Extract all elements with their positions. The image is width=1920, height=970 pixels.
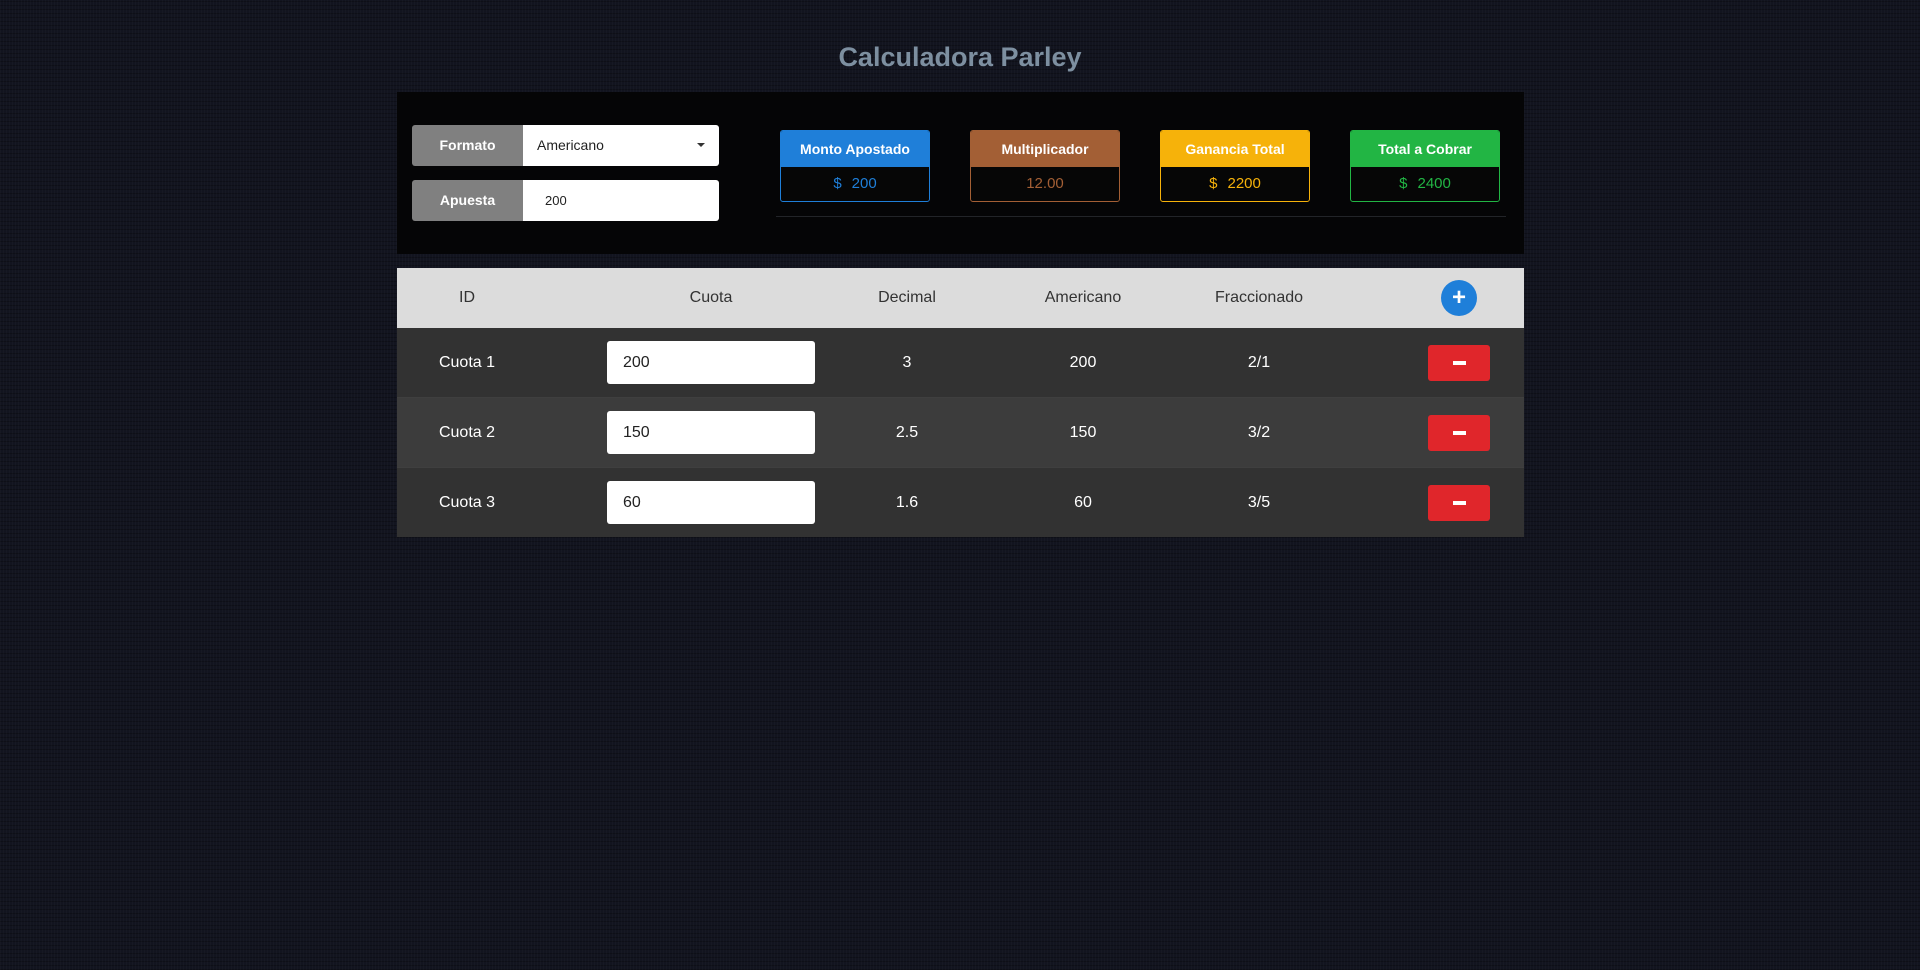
remove-row-button[interactable] (1428, 414, 1490, 451)
format-select[interactable]: Americano (523, 125, 719, 166)
row-decimal: 2.5 (895, 423, 919, 441)
row-americano: 60 (1074, 493, 1092, 511)
header-cuota: Cuota (689, 289, 733, 306)
odds-table: ID Cuota Decimal Americano Fraccionado +… (397, 268, 1524, 537)
row-cuota-cell: 150 (607, 398, 815, 467)
stat-value: 2200 (1227, 175, 1261, 192)
stat-value: 2400 (1417, 175, 1451, 192)
controls-panel: Formato Americano Apuesta 200 Monto Apos… (397, 92, 1524, 254)
bet-field: Apuesta 200 (412, 180, 719, 221)
cuota-input[interactable]: 200 (607, 341, 815, 384)
row-decimal: 1.6 (895, 493, 919, 511)
row-decimal: 3 (902, 353, 912, 371)
row-actions (1399, 468, 1519, 537)
header-id: ID (459, 289, 475, 306)
row-fraccionado: 3/2 (1247, 423, 1271, 441)
bet-input[interactable]: 200 (523, 180, 719, 221)
stat-value-wrap: $200 (781, 167, 929, 201)
row-actions (1399, 328, 1519, 397)
row-americano: 150 (1069, 423, 1097, 441)
table-header: ID Cuota Decimal Americano Fraccionado + (397, 268, 1524, 328)
row-americano: 200 (1069, 353, 1097, 371)
table-row: Cuota 3 60 1.6 60 3/5 (397, 468, 1524, 537)
stat-card-ganancia-total: Ganancia Total $2200 (1160, 130, 1310, 202)
stat-value-wrap: $2200 (1161, 167, 1309, 201)
add-row-button[interactable]: + (1441, 280, 1477, 316)
stat-label: Monto Apostado (781, 131, 929, 167)
row-cuota-cell: 60 (607, 468, 815, 537)
currency-symbol: $ (1399, 175, 1408, 192)
remove-row-button[interactable] (1428, 344, 1490, 381)
stat-label: Ganancia Total (1161, 131, 1309, 167)
stat-value-wrap: 12.00 (971, 167, 1119, 201)
table-row: Cuota 1 200 3 200 2/1 (397, 328, 1524, 398)
row-id: Cuota 3 (438, 493, 496, 511)
remove-row-button[interactable] (1428, 484, 1490, 521)
header-americano: Americano (1044, 289, 1122, 306)
row-id: Cuota 2 (438, 423, 496, 441)
stat-card-multiplicador: Multiplicador 12.00 (970, 130, 1120, 202)
row-fraccionado: 2/1 (1247, 353, 1271, 371)
stat-label: Multiplicador (971, 131, 1119, 167)
plus-icon: + (1451, 284, 1466, 311)
cuota-input[interactable]: 60 (607, 481, 815, 524)
stat-value: 12.00 (1026, 175, 1064, 192)
table-row: Cuota 2 150 2.5 150 3/2 (397, 398, 1524, 468)
header-actions: + (1399, 268, 1519, 328)
stat-label: Total a Cobrar (1351, 131, 1499, 167)
stat-card-total-a-cobrar: Total a Cobrar $2400 (1350, 130, 1500, 202)
row-cuota-cell: 200 (607, 328, 815, 397)
header-decimal: Decimal (878, 289, 936, 306)
page-title: Calculadora Parley (838, 42, 1082, 72)
stat-value-wrap: $2400 (1351, 167, 1499, 201)
currency-symbol: $ (833, 175, 842, 192)
format-field: Formato Americano (412, 125, 719, 166)
stat-card-monto-apostado: Monto Apostado $200 (780, 130, 930, 202)
stat-value: 200 (851, 175, 877, 192)
format-select-value: Americano (537, 137, 604, 153)
row-fraccionado: 3/5 (1247, 493, 1271, 511)
currency-symbol: $ (1209, 175, 1218, 192)
stats-row: Monto Apostado $200 Multiplicador 12.00 … (776, 122, 1506, 217)
row-actions (1399, 398, 1519, 467)
bet-label: Apuesta (412, 180, 523, 221)
header-fraccionado: Fraccionado (1214, 289, 1304, 306)
caret-down-icon (697, 143, 705, 147)
row-id: Cuota 1 (438, 353, 496, 371)
cuota-input[interactable]: 150 (607, 411, 815, 454)
format-label: Formato (412, 125, 523, 166)
